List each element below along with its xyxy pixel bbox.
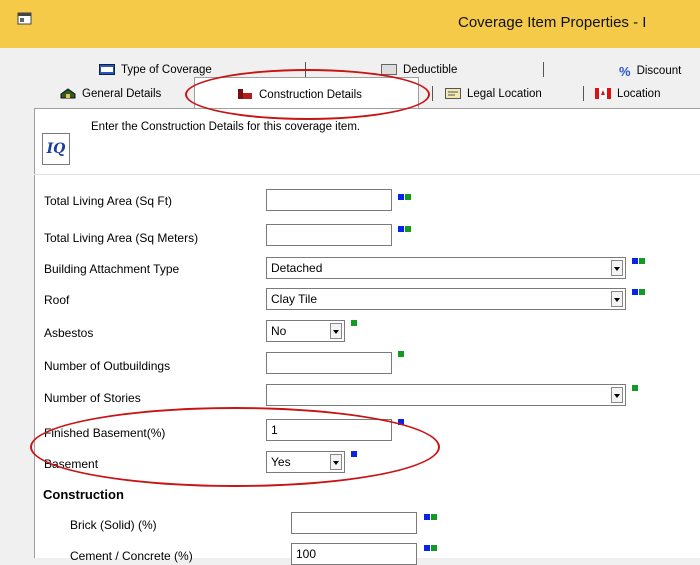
label-number-of-stories: Number of Stories [44, 391, 141, 405]
required-blue-indicator [424, 514, 430, 520]
roof-select[interactable]: Clay Tile [266, 288, 626, 310]
iq-logo-icon: IQ [42, 133, 70, 165]
divider [34, 174, 700, 175]
brick-solid-input[interactable] [291, 512, 417, 534]
total-living-area-sqm-input[interactable] [266, 224, 392, 246]
tab-separator [543, 62, 544, 77]
required-blue-indicator [632, 289, 638, 295]
required-blue-indicator [398, 419, 404, 425]
label-number-of-outbuildings: Number of Outbuildings [44, 359, 171, 373]
building-attachment-type-select[interactable]: Detached [266, 257, 626, 279]
dropdown-arrow-icon[interactable] [611, 260, 623, 276]
dropdown-arrow-icon[interactable] [611, 291, 623, 307]
required-green-indicator [405, 226, 411, 232]
title-bar: Coverage Item Properties - I [0, 0, 700, 48]
deductible-icon [381, 64, 397, 75]
required-green-indicator [351, 320, 357, 326]
tab-separator [432, 86, 433, 101]
label-total-living-area-sqft: Total Living Area (Sq Ft) [44, 194, 173, 208]
required-blue-indicator [351, 451, 357, 457]
label-building-attachment-type: Building Attachment Type [44, 262, 180, 276]
label-brick-solid: Brick (Solid) (%) [70, 518, 157, 532]
asbestos-select[interactable]: No [266, 320, 345, 342]
construction-heading: Construction [43, 487, 124, 502]
required-blue-indicator [398, 226, 404, 232]
tab-location[interactable]: Location [595, 88, 660, 100]
tab-separator [583, 86, 584, 101]
required-green-indicator [431, 545, 437, 551]
tab-separator [305, 62, 306, 77]
tab-discount[interactable]: % Discount [619, 64, 681, 79]
properties-icon [17, 12, 32, 25]
label-roof: Roof [44, 293, 70, 307]
required-green-indicator [639, 289, 645, 295]
label-asbestos: Asbestos [44, 326, 94, 340]
required-green-indicator [405, 194, 411, 200]
required-green-indicator [398, 351, 404, 357]
dropdown-arrow-icon[interactable] [330, 323, 342, 339]
canada-flag-icon [595, 88, 611, 99]
fax-icon [99, 64, 115, 75]
tab-deductible[interactable]: Deductible [381, 64, 457, 76]
percent-icon: % [619, 64, 631, 79]
required-green-indicator [639, 258, 645, 264]
construction-details-page [34, 108, 700, 558]
dropdown-arrow-icon[interactable] [611, 387, 623, 403]
dropdown-arrow-icon[interactable] [330, 454, 342, 470]
window-title: Coverage Item Properties - I [458, 14, 647, 31]
required-green-indicator [431, 514, 437, 520]
label-finished-basement: Finished Basement(%) [44, 426, 166, 440]
tab-type-of-coverage[interactable]: Type of Coverage [99, 64, 212, 76]
card-icon [445, 88, 461, 99]
tab-legal-location[interactable]: Legal Location [445, 88, 542, 100]
required-blue-indicator [632, 258, 638, 264]
label-basement: Basement [44, 457, 99, 471]
number-of-outbuildings-input[interactable] [266, 352, 392, 374]
building-icon [238, 89, 252, 99]
label-cement-concrete: Cement / Concrete (%) [70, 549, 193, 563]
cement-concrete-input[interactable]: 100 [291, 543, 417, 565]
instruction-text: Enter the Construction Details for this … [91, 121, 361, 133]
house-icon [60, 88, 76, 99]
total-living-area-sqft-input[interactable] [266, 189, 392, 211]
number-of-stories-select[interactable] [266, 384, 626, 406]
label-total-living-area-sqm: Total Living Area (Sq Meters) [44, 231, 199, 245]
finished-basement-input[interactable]: 1 [266, 419, 392, 441]
basement-select[interactable]: Yes [266, 451, 345, 473]
required-green-indicator [632, 385, 638, 391]
tab-construction-details[interactable]: Construction Details [237, 88, 362, 101]
required-blue-indicator [424, 545, 430, 551]
tab-general-details[interactable]: General Details [60, 88, 161, 100]
required-blue-indicator [398, 194, 404, 200]
